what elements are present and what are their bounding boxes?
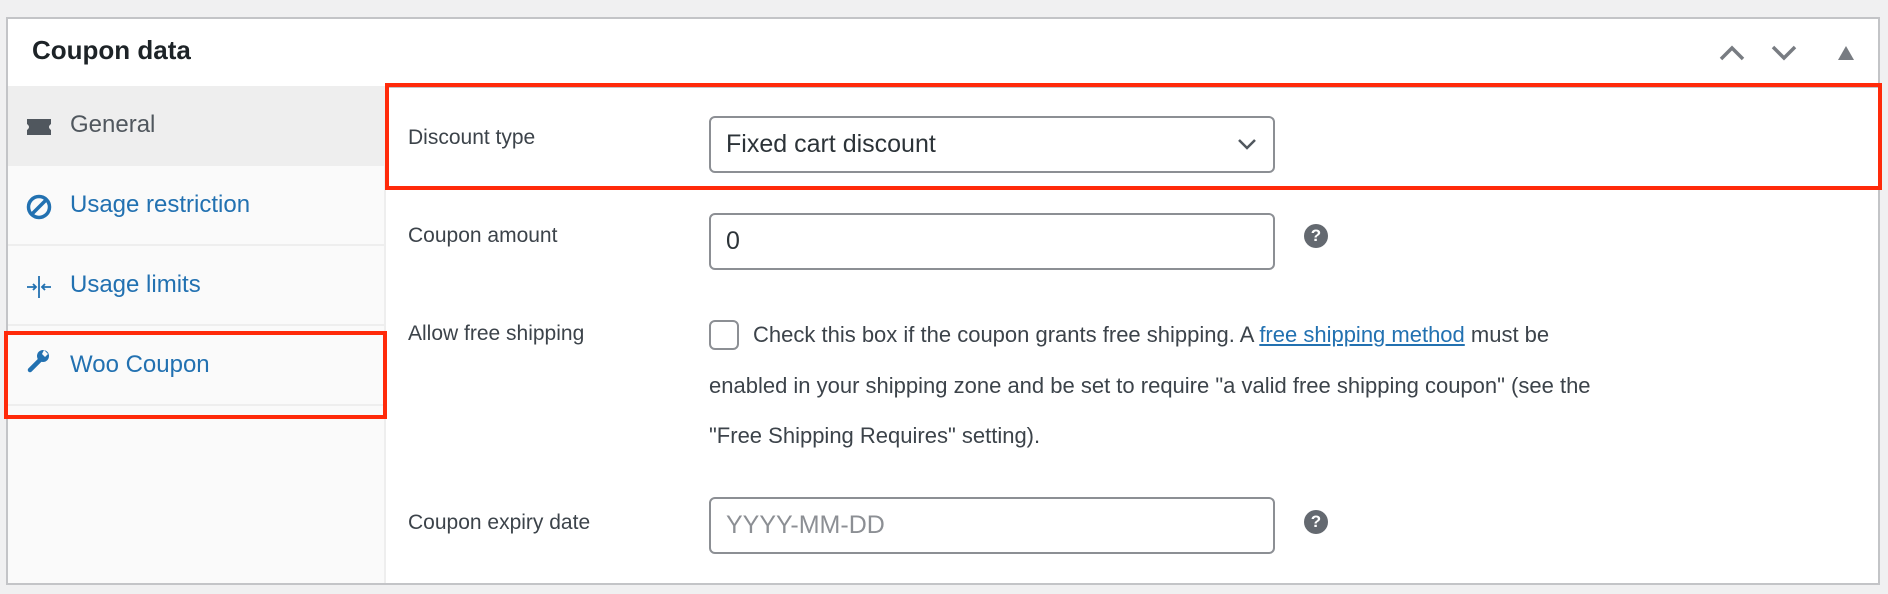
free-shipping-description-line1: Check this box if the coupon grants free… [753, 322, 1549, 348]
chevron-up-icon [1719, 45, 1745, 61]
expiry-date-input[interactable]: YYYY-MM-DD [709, 497, 1275, 554]
tab-woo-coupon[interactable]: Woo Coupon [8, 326, 384, 406]
coupon-amount-input[interactable]: 0 [709, 213, 1275, 270]
move-down-button[interactable] [1766, 35, 1802, 71]
move-up-button[interactable] [1714, 35, 1750, 71]
coupon-data-panel: Coupon data General Usage restriction Us… [6, 17, 1880, 585]
free-shipping-label: Allow free shipping [408, 322, 585, 345]
description-text: Check this box if the coupon grants free… [753, 322, 1260, 347]
free-shipping-description-line2: enabled in your shipping zone and be set… [709, 373, 1591, 398]
free-shipping-description-line3: "Free Shipping Requires" setting). [709, 423, 1041, 448]
triangle-up-icon [1838, 46, 1854, 60]
tab-label: Usage restriction [70, 191, 251, 218]
chevron-down-icon [1238, 139, 1256, 150]
coupon-amount-value: 0 [726, 227, 740, 255]
wrench-icon [27, 350, 49, 373]
panel-header: Coupon data [8, 19, 1878, 88]
coupon-amount-label: Coupon amount [408, 224, 558, 247]
expiry-date-placeholder: YYYY-MM-DD [726, 511, 885, 539]
collapse-arrows-icon [27, 276, 51, 298]
expiry-date-label: Coupon expiry date [408, 511, 591, 534]
tab-label: Usage limits [70, 271, 201, 298]
ticket-icon [27, 119, 51, 135]
tab-label: Woo Coupon [70, 351, 210, 378]
toggle-panel-button[interactable] [1828, 35, 1864, 71]
discount-type-label: Discount type [408, 126, 536, 149]
tab-usage-limits[interactable]: Usage limits [8, 246, 384, 326]
help-icon[interactable]: ? [1304, 224, 1328, 248]
description-text: must be [1464, 322, 1550, 347]
discount-type-select[interactable]: Fixed cart discount [709, 116, 1275, 173]
tab-label: General [70, 111, 156, 138]
free-shipping-checkbox[interactable] [709, 320, 739, 350]
free-shipping-method-link[interactable]: free shipping method [1259, 322, 1464, 347]
help-icon[interactable]: ? [1304, 510, 1328, 534]
tab-usage-restriction[interactable]: Usage restriction [8, 166, 384, 246]
chevron-down-icon [1771, 45, 1797, 61]
coupon-tabs: General Usage restriction Usage limits W… [8, 86, 386, 583]
discount-type-value: Fixed cart discount [726, 130, 936, 158]
tab-general[interactable]: General [8, 86, 384, 166]
panel-title: Coupon data [32, 35, 191, 65]
ban-icon [26, 194, 52, 220]
